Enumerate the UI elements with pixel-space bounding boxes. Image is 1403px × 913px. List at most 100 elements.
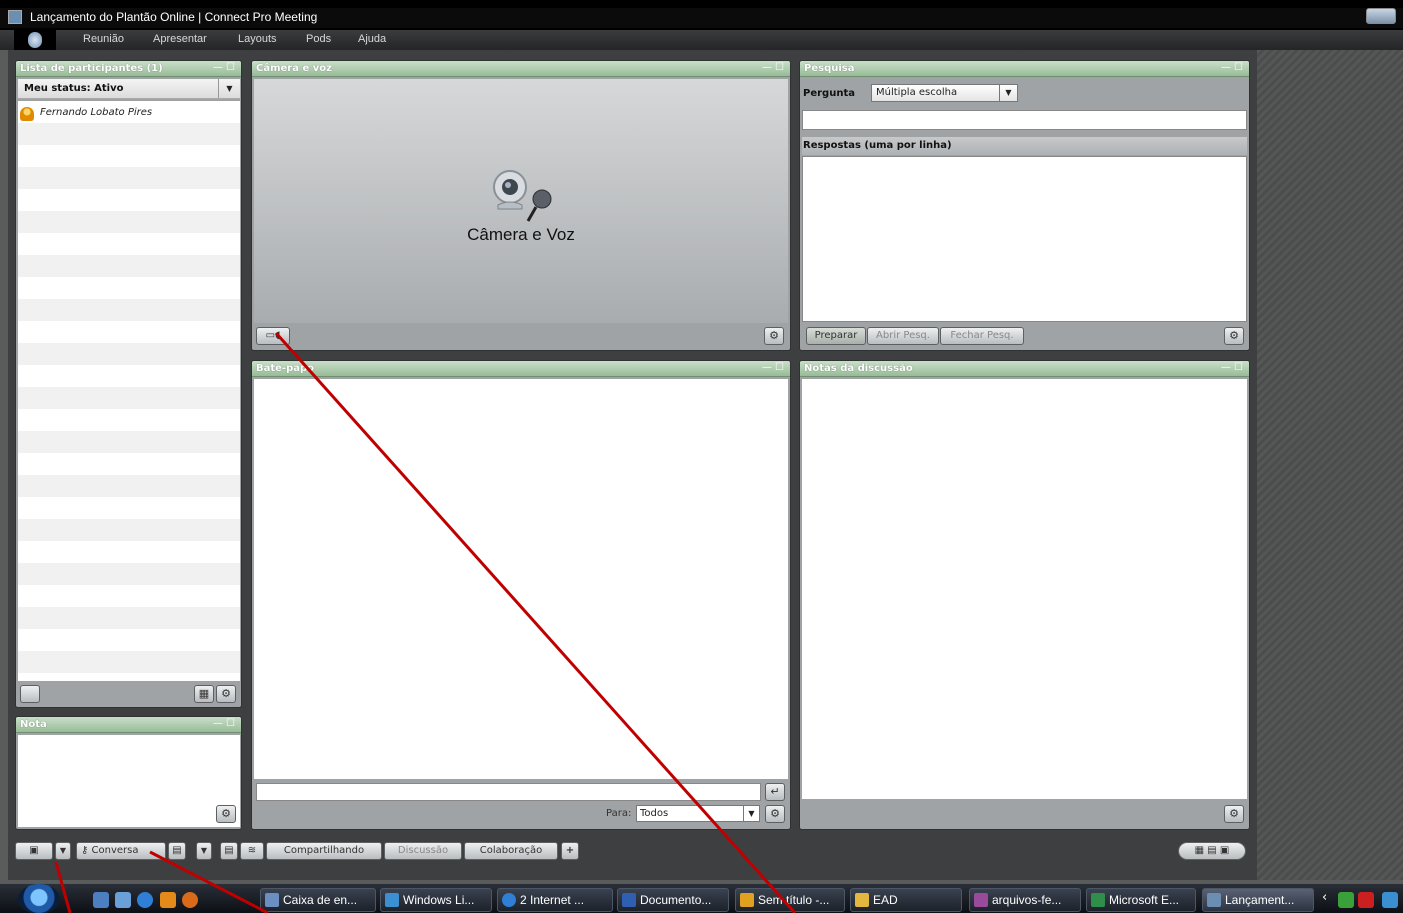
taskbar-item-label: Sem título -... (758, 893, 830, 907)
broadcast-icon[interactable]: ≋ (240, 842, 264, 860)
taskbar-item[interactable]: Documento... (617, 888, 729, 912)
chat-pod: Bate-papo — ☐ ↵ Para: Todos ▼ ⚙ (251, 360, 791, 830)
my-status-label: Meu status: Ativo (24, 83, 124, 94)
pod-controls[interactable]: — ☐ (762, 362, 784, 373)
chat-messages (254, 379, 788, 779)
taskbar-item[interactable]: Sem título -... (735, 888, 845, 912)
chevron-down-icon[interactable]: ▼ (55, 842, 71, 860)
taskbar-item[interactable]: Windows Li... (380, 888, 492, 912)
my-status-select[interactable]: Meu status: Ativo ▼ (18, 79, 240, 99)
archive-icon (974, 893, 988, 907)
raise-hand-button[interactable] (20, 685, 40, 703)
chat-input[interactable] (256, 783, 761, 801)
media-player-icon[interactable] (160, 892, 176, 908)
answers-input[interactable] (802, 156, 1247, 322)
internet-explorer-icon (502, 893, 516, 907)
start-button[interactable] (18, 884, 60, 913)
window-title: Lançamento do Plantão Online | Connect P… (30, 10, 318, 24)
note-body[interactable] (18, 735, 240, 827)
chevron-down-icon[interactable]: ▼ (196, 842, 212, 860)
discussion-notes-body[interactable] (802, 379, 1247, 799)
pod-header: Pesquisa — ☐ (800, 61, 1249, 77)
taskbar-item[interactable]: Caixa de en... (260, 888, 376, 912)
gear-icon[interactable]: ⚙ (1224, 805, 1244, 823)
paint-icon (740, 893, 754, 907)
taskbar-item[interactable]: Lançament... (1202, 888, 1314, 912)
camera-title: Câmera e voz (256, 63, 332, 74)
participants-title: Lista de participantes (1) (20, 63, 163, 74)
taskbar-item[interactable]: EAD (850, 888, 962, 912)
share-screen-icon[interactable]: ▣ (15, 842, 53, 860)
layout-discussao-button[interactable]: Discussão (384, 842, 462, 860)
key-icon: ⚷ (81, 845, 89, 856)
pod-header: Lista de participantes (1) — ☐ (16, 61, 241, 77)
send-icon[interactable]: ↵ (765, 783, 785, 801)
chat-recipient-value: Todos (640, 808, 669, 819)
pod-controls[interactable]: — ☐ (1221, 62, 1243, 73)
connect-logo (14, 30, 56, 50)
layout-discussao-label: Discussão (397, 845, 449, 856)
show-desktop-icon[interactable] (93, 892, 109, 908)
mail-icon (265, 893, 279, 907)
pod-controls[interactable]: — ☐ (1221, 362, 1243, 373)
excel-icon (1091, 893, 1105, 907)
pod-header: Notas da discussão — ☐ (800, 361, 1249, 377)
taskbar-item-label: EAD (873, 893, 898, 907)
question-label: Pergunta (803, 88, 855, 99)
chevron-down-icon[interactable]: ▼ (743, 806, 759, 821)
participants-pod: Lista de participantes (1) — ☐ Meu statu… (15, 60, 242, 708)
firefox-icon[interactable] (182, 892, 198, 908)
question-type-select[interactable]: Múltipla escolha ▼ (871, 84, 1018, 102)
window-switcher-icon[interactable] (115, 892, 131, 908)
taskbar-item-label: Documento... (640, 893, 712, 907)
network-tray-icon[interactable] (1338, 892, 1354, 908)
menu-pods[interactable]: Pods (306, 33, 331, 45)
grid-view-icon[interactable]: ▦ (194, 685, 214, 703)
participants-list: Fernando Lobato Pires (18, 101, 240, 681)
close-poll-button[interactable]: Fechar Pesq. (940, 327, 1024, 345)
taskbar-item[interactable]: 2 Internet ... (497, 888, 613, 912)
minimize-button[interactable] (1366, 8, 1396, 24)
layout-icon[interactable]: ▤ (220, 842, 238, 860)
pod-controls[interactable]: — ☐ (762, 62, 784, 73)
prepare-button[interactable]: Preparar (806, 327, 866, 345)
taskbar-item[interactable]: Microsoft E... (1086, 888, 1196, 912)
pod-controls[interactable]: — ☐ (213, 62, 235, 73)
pod-layout-toggle[interactable]: ▦ ▤ ▣ (1178, 842, 1246, 860)
question-type-value: Múltipla escolha (876, 87, 958, 98)
participant-name: Fernando Lobato Pires (40, 107, 153, 118)
gear-icon[interactable]: ⚙ (216, 805, 236, 823)
add-layout-button[interactable]: + (561, 842, 579, 860)
chevron-down-icon[interactable]: ▼ (218, 79, 240, 98)
menu-layouts[interactable]: Layouts (238, 33, 277, 45)
chat-recipient-select[interactable]: Todos ▼ (636, 805, 760, 822)
gear-icon[interactable]: ⚙ (216, 685, 236, 703)
gear-icon[interactable]: ⚙ (764, 327, 784, 345)
note-pod: Nota — ☐ ⚙ (15, 716, 242, 830)
question-input[interactable] (802, 110, 1247, 130)
layout-conversa-button[interactable]: ⚷ Conversa (76, 842, 166, 860)
open-poll-button[interactable]: Abrir Pesq. (867, 327, 939, 345)
layout-icon[interactable]: ▤ (168, 842, 186, 860)
internet-explorer-icon[interactable] (137, 892, 153, 908)
taskbar-item-label: arquivos-fe... (992, 893, 1062, 907)
chevron-down-icon[interactable]: ▼ (999, 85, 1017, 101)
layout-colaboracao-label: Colaboração (479, 845, 543, 856)
pod-header: Câmera e voz — ☐ (252, 61, 790, 77)
layout-compartilhando-label: Compartilhando (283, 845, 365, 856)
menu-apresentar[interactable]: Apresentar (153, 33, 207, 45)
acrobat-tray-icon[interactable] (1358, 892, 1374, 908)
layout-colaboracao-button[interactable]: Colaboração (464, 842, 558, 860)
gear-icon[interactable]: ⚙ (765, 805, 785, 823)
start-camera-button[interactable]: ▭◖ (256, 327, 290, 345)
menu-reuniao[interactable]: Reunião (83, 33, 124, 45)
taskbar-item[interactable]: arquivos-fe... (969, 888, 1081, 912)
pod-controls[interactable]: — ☐ (213, 718, 235, 729)
taskbar-item-label: Microsoft E... (1109, 893, 1180, 907)
layout-compartilhando-button[interactable]: Compartilhando (266, 842, 382, 860)
webcam-microphone-icon (493, 170, 552, 222)
chevron-left-icon[interactable]: ‹ (1322, 890, 1327, 905)
gear-icon[interactable]: ⚙ (1224, 327, 1244, 345)
tray-icon[interactable] (1382, 892, 1398, 908)
menu-ajuda[interactable]: Ajuda (358, 33, 386, 45)
